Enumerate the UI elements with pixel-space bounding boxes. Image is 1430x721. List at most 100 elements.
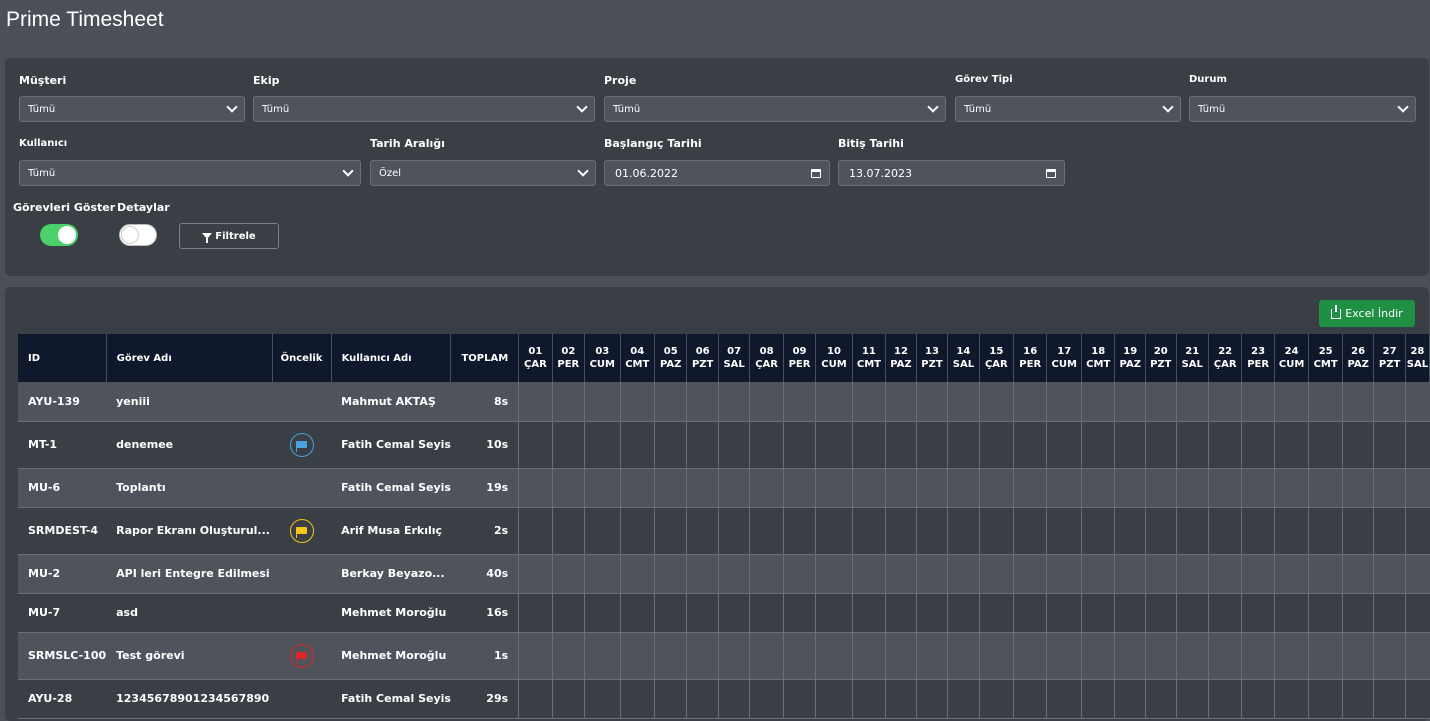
day-cell[interactable]	[782, 593, 816, 633]
day-cell[interactable]	[885, 679, 917, 719]
day-cell[interactable]	[885, 554, 917, 594]
day-cell[interactable]	[551, 554, 585, 594]
day-cell[interactable]	[782, 632, 816, 680]
day-cell[interactable]	[815, 679, 853, 719]
day-cell[interactable]	[851, 382, 886, 422]
day-cell[interactable]	[978, 382, 1014, 422]
day-cell[interactable]	[1175, 632, 1209, 680]
day-cell[interactable]	[653, 632, 687, 680]
day-cell[interactable]	[915, 468, 948, 508]
day-cell[interactable]	[815, 593, 853, 633]
day-cell[interactable]	[717, 507, 750, 555]
day-cell[interactable]	[653, 468, 687, 508]
day-cell[interactable]	[1373, 421, 1406, 469]
bitis-date-input[interactable]: 13.07.2023	[838, 160, 1065, 186]
day-cell[interactable]	[947, 632, 980, 680]
gorevleri-goster-toggle[interactable]	[40, 224, 78, 246]
day-cell[interactable]	[1114, 507, 1146, 555]
table-row[interactable]: SRMSLC-100 Test görevi Mehmet Moroğlu 1s	[18, 632, 1430, 680]
day-cell[interactable]	[1114, 679, 1146, 719]
day-cell[interactable]	[1404, 507, 1430, 555]
day-cell[interactable]	[1308, 507, 1343, 555]
day-cell[interactable]	[915, 507, 948, 555]
day-cell[interactable]	[885, 468, 917, 508]
day-cell[interactable]	[885, 382, 917, 422]
day-cell[interactable]	[653, 554, 687, 594]
day-cell[interactable]	[686, 382, 719, 422]
day-cell[interactable]	[619, 468, 655, 508]
day-cell[interactable]	[584, 382, 621, 422]
day-cell[interactable]	[619, 632, 655, 680]
day-cell[interactable]	[1308, 468, 1343, 508]
day-cell[interactable]	[717, 382, 750, 422]
day-cell[interactable]	[518, 554, 553, 594]
day-cell[interactable]	[749, 382, 784, 422]
day-cell[interactable]	[1308, 554, 1343, 594]
day-cell[interactable]	[1175, 382, 1209, 422]
day-cell[interactable]	[1404, 382, 1430, 422]
day-cell[interactable]	[1373, 554, 1406, 594]
day-cell[interactable]	[1046, 468, 1082, 508]
day-cell[interactable]	[653, 593, 687, 633]
day-cell[interactable]	[1404, 593, 1430, 633]
day-cell[interactable]	[851, 468, 886, 508]
day-cell[interactable]	[551, 632, 585, 680]
day-cell[interactable]	[551, 679, 585, 719]
day-cell[interactable]	[1080, 632, 1115, 680]
day-cell[interactable]	[947, 382, 980, 422]
table-row[interactable]: SRMDEST-4 Rapor Ekranı Oluşturul... Arif M…	[18, 507, 1430, 555]
day-cell[interactable]	[1114, 382, 1146, 422]
day-cell[interactable]	[1273, 507, 1309, 555]
day-cell[interactable]	[717, 468, 750, 508]
day-cell[interactable]	[1404, 632, 1430, 680]
day-cell[interactable]	[1207, 632, 1242, 680]
day-cell[interactable]	[1373, 382, 1406, 422]
gorev-tipi-select[interactable]: Tümü	[955, 96, 1181, 122]
day-cell[interactable]	[1145, 468, 1177, 508]
day-cell[interactable]	[1013, 679, 1047, 719]
day-cell[interactable]	[1273, 554, 1309, 594]
day-cell[interactable]	[1114, 593, 1146, 633]
filtrele-button[interactable]: Filtrele	[179, 223, 279, 249]
day-cell[interactable]	[686, 632, 719, 680]
day-cell[interactable]	[885, 507, 917, 555]
day-cell[interactable]	[1341, 632, 1374, 680]
day-cell[interactable]	[915, 421, 948, 469]
day-cell[interactable]	[717, 679, 750, 719]
day-cell[interactable]	[584, 679, 621, 719]
day-cell[interactable]	[518, 382, 553, 422]
day-cell[interactable]	[653, 382, 687, 422]
day-cell[interactable]	[749, 632, 784, 680]
day-cell[interactable]	[1341, 468, 1374, 508]
day-cell[interactable]	[686, 554, 719, 594]
day-cell[interactable]	[749, 421, 784, 469]
day-cell[interactable]	[1114, 632, 1146, 680]
day-cell[interactable]	[749, 554, 784, 594]
day-cell[interactable]	[915, 632, 948, 680]
day-cell[interactable]	[915, 679, 948, 719]
day-cell[interactable]	[1207, 593, 1242, 633]
day-cell[interactable]	[1308, 421, 1343, 469]
day-cell[interactable]	[653, 507, 687, 555]
day-cell[interactable]	[1273, 421, 1309, 469]
day-cell[interactable]	[978, 632, 1014, 680]
day-cell[interactable]	[782, 679, 816, 719]
day-cell[interactable]	[1273, 382, 1309, 422]
day-cell[interactable]	[782, 468, 816, 508]
day-cell[interactable]	[915, 554, 948, 594]
day-cell[interactable]	[1308, 679, 1343, 719]
day-cell[interactable]	[584, 593, 621, 633]
day-cell[interactable]	[653, 679, 687, 719]
day-cell[interactable]	[1046, 507, 1082, 555]
day-cell[interactable]	[1114, 468, 1146, 508]
day-cell[interactable]	[947, 507, 980, 555]
day-cell[interactable]	[947, 468, 980, 508]
ekip-select[interactable]: Tümü	[253, 96, 595, 122]
day-cell[interactable]	[851, 421, 886, 469]
day-cell[interactable]	[782, 507, 816, 555]
day-cell[interactable]	[782, 421, 816, 469]
day-cell[interactable]	[947, 679, 980, 719]
day-cell[interactable]	[1273, 679, 1309, 719]
day-cell[interactable]	[584, 507, 621, 555]
table-row[interactable]: AYU-28 12345678901234567890 Fatih Cemal Se…	[18, 679, 1430, 719]
